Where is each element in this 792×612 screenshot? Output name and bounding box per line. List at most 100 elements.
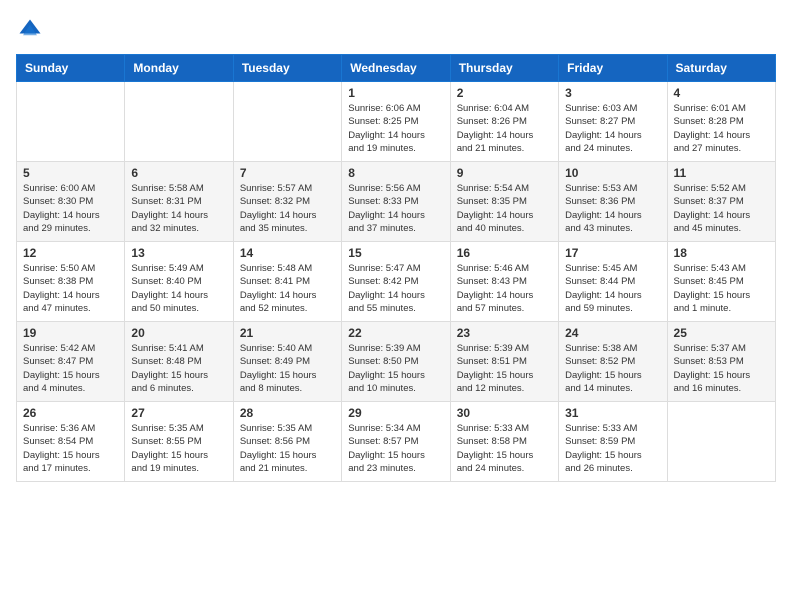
day-number: 24 (565, 326, 660, 340)
calendar-cell: 22 Sunrise: 5:39 AM Sunset: 8:50 PM Dayli… (342, 322, 450, 402)
day-info: Sunrise: 5:39 AM Sunset: 8:51 PM Dayligh… (457, 342, 552, 395)
day-info: Sunrise: 5:54 AM Sunset: 8:35 PM Dayligh… (457, 182, 552, 235)
calendar-cell: 1 Sunrise: 6:06 AM Sunset: 8:25 PM Daylig… (342, 82, 450, 162)
calendar-cell: 14 Sunrise: 5:48 AM Sunset: 8:41 PM Dayli… (233, 242, 341, 322)
calendar-cell: 15 Sunrise: 5:47 AM Sunset: 8:42 PM Dayli… (342, 242, 450, 322)
day-info: Sunrise: 5:34 AM Sunset: 8:57 PM Dayligh… (348, 422, 443, 475)
day-info: Sunrise: 5:45 AM Sunset: 8:44 PM Dayligh… (565, 262, 660, 315)
calendar-cell: 6Sunrise: 5:58 AM Sunset: 8:31 PM Daylig… (125, 162, 233, 242)
calendar-cell: 25 Sunrise: 5:37 AM Sunset: 8:53 PM Dayli… (667, 322, 775, 402)
day-number: 7 (240, 166, 335, 180)
weekday-header: Wednesday (342, 55, 450, 82)
day-number: 1 (348, 86, 443, 100)
day-info: Sunrise: 5:50 AM Sunset: 8:38 PM Dayligh… (23, 262, 118, 315)
calendar-cell (233, 82, 341, 162)
day-info: Sunrise: 6:06 AM Sunset: 8:25 PM Dayligh… (348, 102, 443, 155)
day-number: 30 (457, 406, 552, 420)
calendar-cell: 31 Sunrise: 5:33 AM Sunset: 8:59 PM Dayli… (559, 402, 667, 482)
calendar-table: SundayMondayTuesdayWednesdayThursdayFrid… (16, 54, 776, 482)
calendar-cell: 2 Sunrise: 6:04 AM Sunset: 8:26 PM Daylig… (450, 82, 558, 162)
day-info: Sunrise: 5:43 AM Sunset: 8:45 PM Dayligh… (674, 262, 769, 315)
calendar-cell: 28 Sunrise: 5:35 AM Sunset: 8:56 PM Dayli… (233, 402, 341, 482)
day-number: 21 (240, 326, 335, 340)
day-number: 19 (23, 326, 118, 340)
day-number: 8 (348, 166, 443, 180)
calendar-cell: 30 Sunrise: 5:33 AM Sunset: 8:58 PM Dayli… (450, 402, 558, 482)
calendar-week-row: 1 Sunrise: 6:06 AM Sunset: 8:25 PM Daylig… (17, 82, 776, 162)
day-number: 9 (457, 166, 552, 180)
day-info: Sunrise: 5:33 AM Sunset: 8:59 PM Dayligh… (565, 422, 660, 475)
calendar-cell: 12 Sunrise: 5:50 AM Sunset: 8:38 PM Dayli… (17, 242, 125, 322)
day-number: 6 (131, 166, 226, 180)
day-number: 29 (348, 406, 443, 420)
calendar-cell: 27 Sunrise: 5:35 AM Sunset: 8:55 PM Dayli… (125, 402, 233, 482)
calendar-week-row: 5Sunrise: 6:00 AM Sunset: 8:30 PM Daylig… (17, 162, 776, 242)
day-number: 10 (565, 166, 660, 180)
day-info: Sunrise: 5:41 AM Sunset: 8:48 PM Dayligh… (131, 342, 226, 395)
day-number: 25 (674, 326, 769, 340)
day-info: Sunrise: 5:35 AM Sunset: 8:56 PM Dayligh… (240, 422, 335, 475)
calendar-cell: 7 Sunrise: 5:57 AM Sunset: 8:32 PM Daylig… (233, 162, 341, 242)
calendar-cell: 18Sunrise: 5:43 AM Sunset: 8:45 PM Dayli… (667, 242, 775, 322)
calendar-cell: 3 Sunrise: 6:03 AM Sunset: 8:27 PM Daylig… (559, 82, 667, 162)
calendar-cell: 23 Sunrise: 5:39 AM Sunset: 8:51 PM Dayli… (450, 322, 558, 402)
page-header (16, 16, 776, 44)
day-info: Sunrise: 5:33 AM Sunset: 8:58 PM Dayligh… (457, 422, 552, 475)
day-number: 26 (23, 406, 118, 420)
logo (16, 16, 48, 44)
calendar-cell: 13 Sunrise: 5:49 AM Sunset: 8:40 PM Dayli… (125, 242, 233, 322)
day-number: 31 (565, 406, 660, 420)
day-number: 3 (565, 86, 660, 100)
day-info: Sunrise: 5:53 AM Sunset: 8:36 PM Dayligh… (565, 182, 660, 235)
calendar-cell: 21 Sunrise: 5:40 AM Sunset: 8:49 PM Dayli… (233, 322, 341, 402)
calendar-cell: 16 Sunrise: 5:46 AM Sunset: 8:43 PM Dayli… (450, 242, 558, 322)
day-info: Sunrise: 5:42 AM Sunset: 8:47 PM Dayligh… (23, 342, 118, 395)
day-number: 17 (565, 246, 660, 260)
logo-icon (16, 16, 44, 44)
calendar-cell (17, 82, 125, 162)
day-number: 14 (240, 246, 335, 260)
weekday-header: Friday (559, 55, 667, 82)
day-number: 11 (674, 166, 769, 180)
weekday-header: Monday (125, 55, 233, 82)
calendar-cell: 24 Sunrise: 5:38 AM Sunset: 8:52 PM Dayli… (559, 322, 667, 402)
day-info: Sunrise: 5:46 AM Sunset: 8:43 PM Dayligh… (457, 262, 552, 315)
day-info: Sunrise: 5:48 AM Sunset: 8:41 PM Dayligh… (240, 262, 335, 315)
weekday-header: Thursday (450, 55, 558, 82)
calendar-cell: 26 Sunrise: 5:36 AM Sunset: 8:54 PM Dayli… (17, 402, 125, 482)
day-number: 22 (348, 326, 443, 340)
day-info: Sunrise: 5:47 AM Sunset: 8:42 PM Dayligh… (348, 262, 443, 315)
weekday-header: Saturday (667, 55, 775, 82)
calendar-week-row: 26 Sunrise: 5:36 AM Sunset: 8:54 PM Dayli… (17, 402, 776, 482)
calendar-cell: 5Sunrise: 6:00 AM Sunset: 8:30 PM Daylig… (17, 162, 125, 242)
day-number: 12 (23, 246, 118, 260)
day-info: Sunrise: 5:35 AM Sunset: 8:55 PM Dayligh… (131, 422, 226, 475)
day-info: Sunrise: 5:36 AM Sunset: 8:54 PM Dayligh… (23, 422, 118, 475)
day-number: 13 (131, 246, 226, 260)
day-info: Sunrise: 6:01 AM Sunset: 8:28 PM Dayligh… (674, 102, 769, 155)
day-info: Sunrise: 5:40 AM Sunset: 8:49 PM Dayligh… (240, 342, 335, 395)
day-info: Sunrise: 5:57 AM Sunset: 8:32 PM Dayligh… (240, 182, 335, 235)
day-number: 28 (240, 406, 335, 420)
day-info: Sunrise: 5:49 AM Sunset: 8:40 PM Dayligh… (131, 262, 226, 315)
day-number: 16 (457, 246, 552, 260)
day-info: Sunrise: 6:04 AM Sunset: 8:26 PM Dayligh… (457, 102, 552, 155)
day-info: Sunrise: 5:39 AM Sunset: 8:50 PM Dayligh… (348, 342, 443, 395)
calendar-cell: 8Sunrise: 5:56 AM Sunset: 8:33 PM Daylig… (342, 162, 450, 242)
day-number: 5 (23, 166, 118, 180)
day-number: 23 (457, 326, 552, 340)
day-info: Sunrise: 5:38 AM Sunset: 8:52 PM Dayligh… (565, 342, 660, 395)
day-number: 20 (131, 326, 226, 340)
calendar-cell: 4Sunrise: 6:01 AM Sunset: 8:28 PM Daylig… (667, 82, 775, 162)
day-info: Sunrise: 5:37 AM Sunset: 8:53 PM Dayligh… (674, 342, 769, 395)
calendar-cell: 11Sunrise: 5:52 AM Sunset: 8:37 PM Dayli… (667, 162, 775, 242)
day-info: Sunrise: 6:03 AM Sunset: 8:27 PM Dayligh… (565, 102, 660, 155)
day-number: 15 (348, 246, 443, 260)
day-number: 2 (457, 86, 552, 100)
calendar-cell: 29 Sunrise: 5:34 AM Sunset: 8:57 PM Dayli… (342, 402, 450, 482)
weekday-header-row: SundayMondayTuesdayWednesdayThursdayFrid… (17, 55, 776, 82)
calendar-cell: 9 Sunrise: 5:54 AM Sunset: 8:35 PM Daylig… (450, 162, 558, 242)
day-number: 27 (131, 406, 226, 420)
calendar-week-row: 12 Sunrise: 5:50 AM Sunset: 8:38 PM Dayli… (17, 242, 776, 322)
calendar-cell: 19 Sunrise: 5:42 AM Sunset: 8:47 PM Dayli… (17, 322, 125, 402)
